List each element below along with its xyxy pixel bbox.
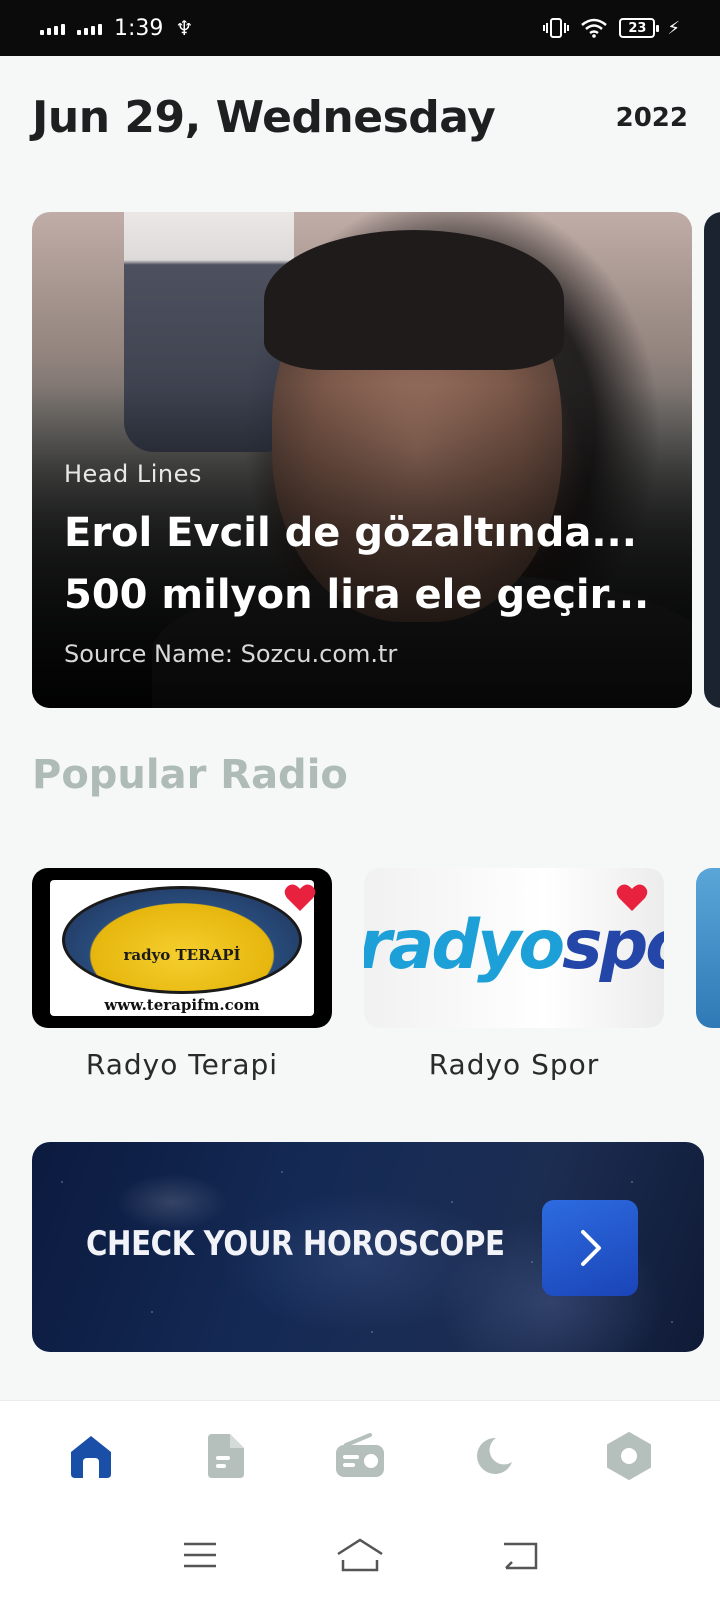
radio-item-spor[interactable]: radyospor Radyo Spor [364,868,664,1088]
chevron-right-icon [581,1230,601,1266]
headline-title[interactable]: Erol Evcil de gözaltında... 500 milyon l… [64,502,668,626]
headline-label: Head Lines [64,460,202,488]
terapi-logo-url: www.terapifm.com [104,996,260,1014]
home-icon [71,1435,112,1478]
horoscope-banner[interactable]: CHECK YOUR HOROSCOPE [32,1142,704,1352]
nav-settings[interactable] [594,1421,664,1491]
radio-item-terapi[interactable]: radyo TERAPİ www.terapifm.com Radyo Tera… [32,868,332,1088]
headline-source: Source Name: Sozcu.com.tr [64,640,398,668]
date-header: Jun 29, Wednesday 2022 [32,92,688,143]
nav-radio[interactable] [325,1421,395,1491]
back-icon [504,1542,538,1570]
radio-icon [335,1432,384,1477]
status-time: 1:39 [114,15,164,41]
horoscope-go-button[interactable] [542,1200,638,1296]
horoscope-label: CHECK YOUR HOROSCOPE [86,1224,505,1264]
nav-home[interactable] [56,1421,126,1491]
favorite-heart-icon[interactable] [284,882,316,912]
signal-icon [40,21,65,35]
radio-name[interactable]: Radyo Spor [364,1048,664,1081]
date-title: Jun 29, Wednesday [32,92,496,143]
document-icon [207,1433,244,1478]
year-label: 2022 [615,102,688,133]
terapi-logo-oval [62,886,302,994]
spor-logo-part-a: radyo [364,906,565,985]
bottom-nav [0,1400,720,1510]
spor-logo-text: radyospor [364,906,664,985]
moon-icon [477,1437,513,1474]
spor-logo-part-b: spor [562,906,664,985]
system-nav-bar [0,1510,720,1600]
radio-logo-partial[interactable] [696,868,720,1028]
terapi-logo-frame: radyo TERAPİ www.terapifm.com [50,880,314,1016]
system-menu-button[interactable] [170,1535,230,1575]
radio-name[interactable]: Radyo Terapi [32,1048,332,1081]
battery-icon: 23 [619,18,660,38]
status-bar: 1:39 ♆ 23 ⚡ [0,0,720,56]
system-home-button[interactable] [330,1535,390,1575]
radio-logo-spor[interactable]: radyospor [364,868,664,1028]
headline-text: Head Lines Erol Evcil de gözaltında... 5… [64,460,668,668]
status-right: 23 ⚡ [543,17,680,39]
system-back-button[interactable] [490,1535,550,1575]
usb-icon: ♆ [175,16,194,40]
status-left: 1:39 ♆ [40,16,193,41]
radio-list[interactable]: radyo TERAPİ www.terapifm.com Radyo Tera… [32,868,720,1088]
home-outline-icon [337,1538,383,1572]
settings-icon [606,1431,651,1480]
favorite-heart-icon[interactable] [616,882,648,912]
nav-news[interactable] [191,1421,261,1491]
radio-logo-terapi[interactable]: radyo TERAPİ www.terapifm.com [32,868,332,1028]
signal-icon [77,21,102,35]
popular-radio-title: Popular Radio [32,752,348,798]
next-headline-card[interactable] [704,212,720,708]
radio-item-partial[interactable] [696,868,720,1088]
headline-card[interactable]: Head Lines Erol Evcil de gözaltında... 5… [32,212,692,708]
wifi-icon [581,18,608,38]
charging-icon: ⚡ [667,17,680,39]
nav-horoscope[interactable] [459,1421,529,1491]
terapi-logo-text: radyo TERAPİ [123,946,241,964]
menu-icon [184,1542,216,1568]
vibrate-icon [543,18,570,38]
